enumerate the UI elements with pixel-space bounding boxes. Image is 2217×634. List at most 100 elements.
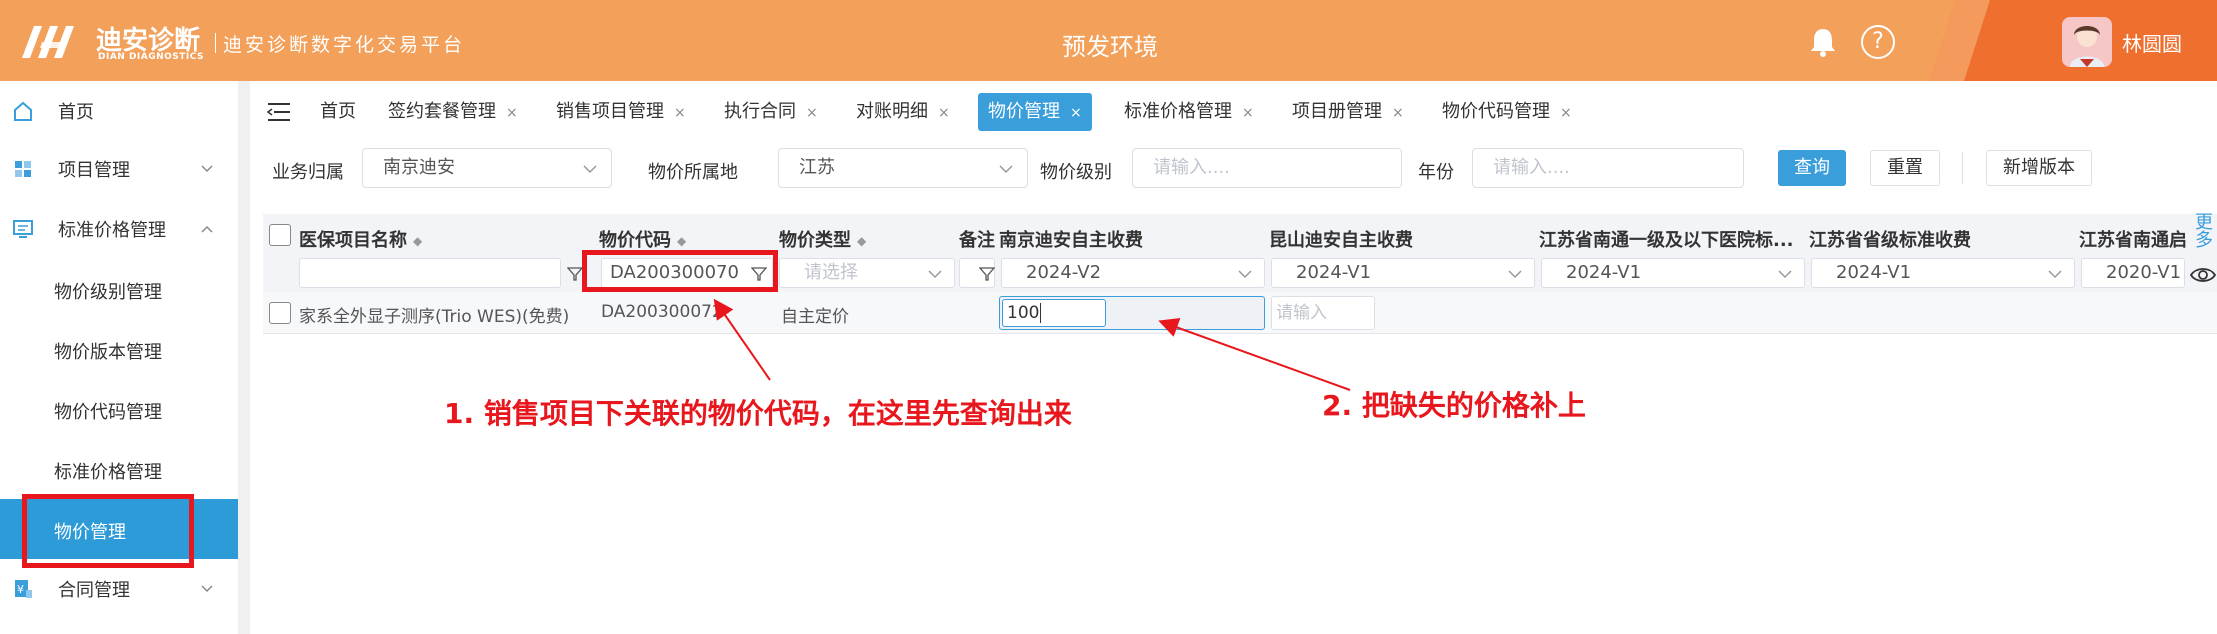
business-select[interactable]: 南京迪安 [362,148,612,188]
kunshan-price-placeholder: 请输入 [1276,303,1327,323]
reset-button[interactable]: 重置 [1870,150,1940,186]
col-remark-header: 备注 [959,230,995,251]
provincial-version-value: 2024-V1 [1836,262,1912,283]
type-filter-select[interactable]: 请选择 [779,258,955,288]
kunshan-version-select[interactable]: 2024-V1 [1271,258,1535,288]
chevron-down-icon [928,270,942,279]
sidebar-item-project[interactable]: 项目管理 [0,139,238,199]
tab-close-icon[interactable]: × [1392,105,1404,121]
chevron-down-icon [201,165,213,173]
more-columns-button[interactable]: 更多 [2191,214,2217,250]
tab-close-icon[interactable]: × [506,105,518,121]
nantong1-version-select[interactable]: 2024-V1 [1541,258,1805,288]
sidebar-item-standard-price[interactable]: 标准价格管理 [0,199,238,259]
sidebar-subitem-label: 物价级别管理 [54,282,162,303]
avatar[interactable] [2062,17,2112,67]
year-input[interactable]: 请输入.... [1472,148,1744,188]
nanjing-version-select[interactable]: 2024-V2 [1001,258,1265,288]
tab-standard-price[interactable]: 标准价格管理 × [1114,93,1264,131]
kunshan-version-value: 2024-V1 [1296,262,1372,283]
col-code-header[interactable]: 物价代码 ◆ [599,226,686,252]
sidebar-subitem-label: 标准价格管理 [54,462,162,483]
tab-sales-items[interactable]: 销售项目管理 × [546,93,696,131]
region-select-value: 江苏 [799,157,835,178]
year-input-placeholder: 请输入.... [1493,157,1570,178]
tab-close-icon[interactable]: × [1242,105,1254,121]
user-name[interactable]: 林圆圆 [2122,28,2182,57]
col-type-header-label: 物价类型 [779,230,851,251]
tab-close-icon[interactable]: × [806,105,818,121]
tab-price-code[interactable]: 物价代码管理 × [1432,93,1582,131]
tab-label: 销售项目管理 [556,101,664,122]
tab-contracts[interactable]: 执行合同 × [714,93,828,131]
sidebar-subitem-label: 物价版本管理 [54,342,162,363]
environment-label: 预发环境 [1062,33,1158,61]
provincial-version-select[interactable]: 2024-V1 [1811,258,2075,288]
tab-reconciliation[interactable]: 对账明细 × [846,93,960,131]
annotation-step-2: 2. 把缺失的价格补上 [1322,389,1586,422]
help-icon[interactable]: ? [1861,25,1895,59]
tab-bar: 首页 签约套餐管理 × 销售项目管理 × 执行合同 × 对账明细 × 物价管理 × 标准价… [262,89,2217,133]
top-header: 迪安诊断 DIAN DIAGNOSTICS 迪安诊断数字化交易平台 预发环境 ?… [0,0,2217,81]
chevron-down-icon [999,165,1013,174]
sort-icon[interactable]: ◆ [677,234,686,248]
sidebar-item-contract[interactable]: ¥ 合同管理 [0,559,238,619]
col-nantong2-header: 江苏省南通启 [2079,230,2187,251]
tab-label: 对账明细 [856,101,928,122]
row-checkbox[interactable] [269,302,291,324]
tab-signed-packages[interactable]: 签约套餐管理 × [378,93,528,131]
tab-close-icon[interactable]: × [938,105,950,121]
nantong1-version-value: 2024-V1 [1566,262,1642,283]
sort-icon[interactable]: ◆ [413,234,422,248]
tab-project-book[interactable]: 项目册管理 × [1282,93,1414,131]
sidebar-subitem-price-level[interactable]: 物价级别管理 [0,259,238,319]
sort-icon[interactable]: ◆ [857,234,866,248]
level-label: 物价级别 [1040,162,1112,183]
col-code-header-label: 物价代码 [599,230,671,251]
chevron-down-icon [583,165,597,174]
sidebar-item-label: 合同管理 [58,580,130,601]
sidebar-subitem-price-version[interactable]: 物价版本管理 [0,319,238,379]
menu-highlight-box [22,494,194,568]
logo: 迪安诊断 DIAN DIAGNOSTICS [18,14,204,66]
tab-close-icon[interactable]: × [674,105,686,121]
filter-icon[interactable] [567,266,583,282]
nanjing-version-value: 2024-V2 [1026,262,1102,283]
platform-title: 迪安诊断数字化交易平台 [214,30,465,57]
query-button[interactable]: 查询 [1778,150,1846,186]
year-label: 年份 [1418,162,1454,183]
sidebar-item-home[interactable]: 首页 [0,81,238,141]
nanjing-price-input[interactable]: 100 [1002,299,1106,327]
tab-price-management[interactable]: 物价管理 × [978,93,1092,131]
chevron-down-icon [1778,270,1792,279]
chevron-down-icon [201,585,213,593]
bell-icon[interactable] [1808,26,1838,58]
eye-icon[interactable] [2189,266,2217,284]
sidebar-subitem-standard-price[interactable]: 标准价格管理 [0,439,238,499]
tab-label: 物价管理 [988,101,1060,122]
kunshan-price-input[interactable]: 请输入 [1271,296,1375,330]
nantong2-version-select[interactable]: 2020-V1 [2081,258,2185,288]
select-all-checkbox[interactable] [269,224,291,246]
col-type-header[interactable]: 物价类型 ◆ [779,226,866,252]
level-input[interactable]: 请输入.... [1132,148,1402,188]
table-row[interactable]: 家系全外显子测序(Trio WES)(免费) DA200300072 自主定价 … [263,292,2217,334]
col-provincial-header: 江苏省省级标准收费 [1809,230,1971,251]
col-name-header[interactable]: 医保项目名称 ◆ [299,226,422,252]
region-select[interactable]: 江苏 [778,148,1028,188]
logo-en-text: DIAN DIAGNOSTICS [98,52,205,62]
name-filter-input[interactable] [299,258,561,288]
code-highlight-box [582,250,778,292]
tab-close-icon[interactable]: × [1070,105,1082,121]
tab-label: 项目册管理 [1292,101,1382,122]
filter-icon[interactable] [979,266,995,282]
annotation-step-1: 1. 销售项目下关联的物价代码，在这里先查询出来 [444,397,1072,430]
row-code: DA200300072 [601,302,723,322]
tab-close-icon[interactable]: × [1560,105,1572,121]
tab-label: 物价代码管理 [1442,101,1550,122]
tab-home[interactable]: 首页 [310,93,366,131]
sidebar-subitem-price-code[interactable]: 物价代码管理 [0,379,238,439]
menu-collapse-icon[interactable] [266,101,292,123]
new-version-button[interactable]: 新增版本 [1986,150,2092,186]
home-icon [14,101,32,121]
